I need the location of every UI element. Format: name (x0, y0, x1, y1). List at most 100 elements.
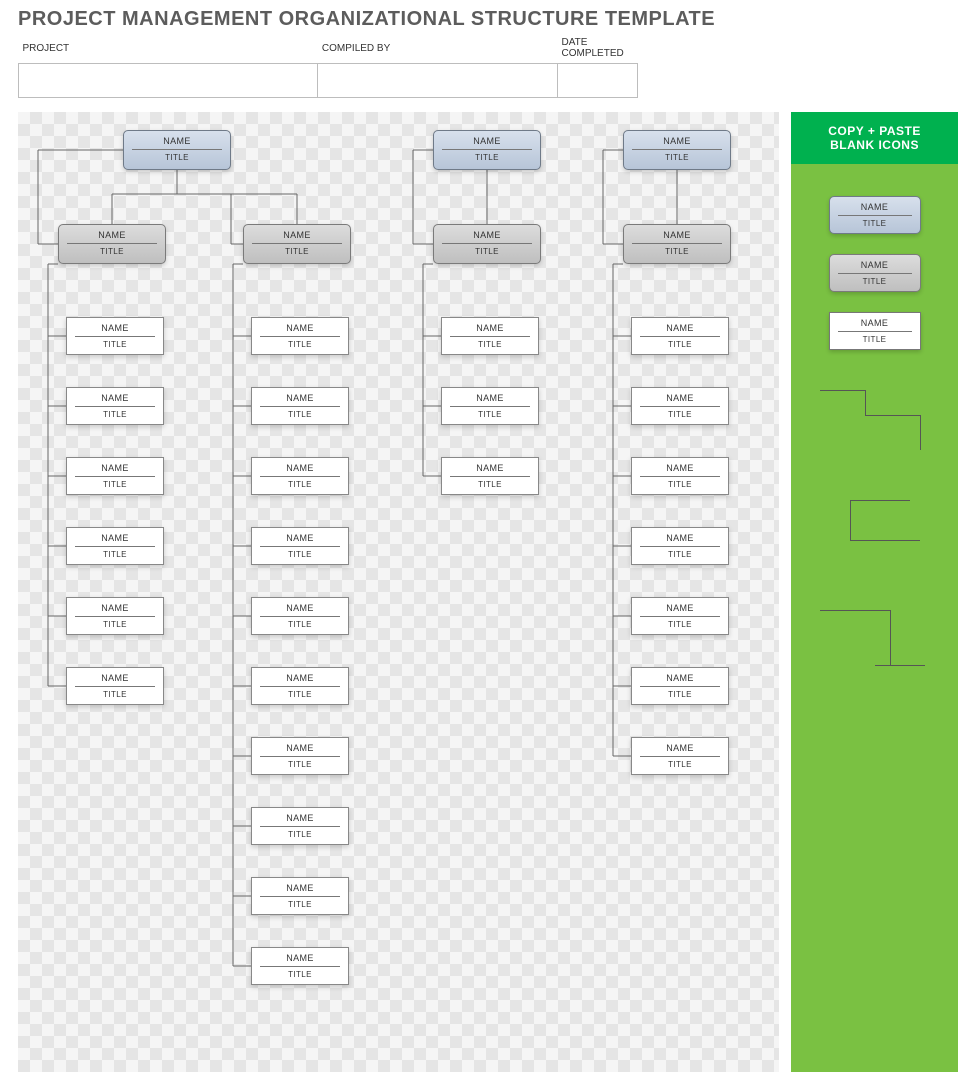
node-name: NAME (632, 388, 728, 406)
node-title: TITLE (67, 687, 163, 704)
connector-samples (820, 390, 930, 670)
node-title: TITLE (632, 687, 728, 704)
org-node[interactable]: NAMETITLE (66, 457, 164, 495)
node-title: TITLE (442, 337, 538, 354)
node-name: NAME (252, 458, 348, 476)
org-node[interactable]: NAMETITLE (251, 457, 349, 495)
node-name: NAME (252, 668, 348, 686)
page-title: PROJECT MANAGEMENT ORGANIZATIONAL STRUCT… (18, 8, 958, 31)
node-name: NAME (442, 318, 538, 336)
node-name: NAME (252, 738, 348, 756)
sample-name: NAME (830, 313, 920, 331)
node-title: TITLE (67, 617, 163, 634)
org-node[interactable]: NAMETITLE (251, 667, 349, 705)
org-node[interactable]: NAMETITLE (58, 224, 166, 264)
org-node[interactable]: NAMETITLE (631, 457, 729, 495)
node-title: TITLE (67, 337, 163, 354)
org-node[interactable]: NAMETITLE (441, 457, 539, 495)
node-name: NAME (632, 738, 728, 756)
sample-node-white[interactable]: NAMETITLE (829, 312, 921, 350)
node-title: TITLE (252, 757, 348, 774)
connector-sample-1[interactable] (820, 390, 930, 450)
org-node[interactable]: NAMETITLE (66, 527, 164, 565)
node-name: NAME (632, 458, 728, 476)
org-node[interactable]: NAMETITLE (631, 737, 729, 775)
meta-project-label: PROJECT (19, 35, 318, 64)
node-title: TITLE (252, 477, 348, 494)
node-title: TITLE (632, 617, 728, 634)
node-name: NAME (67, 598, 163, 616)
meta-date-label: DATE COMPLETED (558, 35, 638, 64)
node-name: NAME (252, 878, 348, 896)
node-title: TITLE (67, 477, 163, 494)
org-chart-canvas[interactable]: NAMETITLENAMETITLENAMETITLENAMETITLENAME… (18, 112, 779, 1072)
org-node[interactable]: NAMETITLE (623, 224, 731, 264)
org-node[interactable]: NAMETITLE (631, 527, 729, 565)
sidebar-heading-line1: COPY + PASTE (795, 124, 954, 138)
sample-node-blue[interactable]: NAMETITLE (829, 196, 921, 234)
org-node[interactable]: NAMETITLE (631, 387, 729, 425)
node-name: NAME (124, 131, 230, 149)
org-node[interactable]: NAMETITLE (243, 224, 351, 264)
meta-date-input[interactable] (558, 64, 638, 98)
org-node[interactable]: NAMETITLE (251, 317, 349, 355)
node-name: NAME (252, 318, 348, 336)
sidebar-heading: COPY + PASTE BLANK ICONS (791, 112, 958, 164)
meta-compiled-input[interactable] (318, 64, 558, 98)
node-name: NAME (632, 598, 728, 616)
node-title: TITLE (632, 477, 728, 494)
org-node[interactable]: NAMETITLE (66, 317, 164, 355)
sample-name: NAME (830, 255, 920, 273)
org-node[interactable]: NAMETITLE (631, 667, 729, 705)
org-node[interactable]: NAMETITLE (251, 527, 349, 565)
node-name: NAME (632, 668, 728, 686)
meta-table: PROJECT COMPILED BY DATE COMPLETED (18, 35, 638, 98)
org-node[interactable]: NAMETITLE (251, 387, 349, 425)
org-node[interactable]: NAMETITLE (433, 130, 541, 170)
org-node[interactable]: NAMETITLE (623, 130, 731, 170)
org-node[interactable]: NAMETITLE (433, 224, 541, 264)
org-node[interactable]: NAMETITLE (441, 387, 539, 425)
org-node[interactable]: NAMETITLE (123, 130, 231, 170)
org-node[interactable]: NAMETITLE (66, 667, 164, 705)
node-title: TITLE (632, 547, 728, 564)
node-title: TITLE (67, 407, 163, 424)
node-title: TITLE (252, 547, 348, 564)
node-title: TITLE (252, 687, 348, 704)
node-title: TITLE (252, 897, 348, 914)
node-name: NAME (632, 528, 728, 546)
node-title: TITLE (252, 617, 348, 634)
node-name: NAME (624, 131, 730, 149)
org-node[interactable]: NAMETITLE (631, 597, 729, 635)
sample-title: TITLE (830, 216, 920, 233)
blank-icons-sidebar: COPY + PASTE BLANK ICONS NAMETITLENAMETI… (791, 112, 958, 1072)
node-name: NAME (442, 388, 538, 406)
sample-title: TITLE (830, 274, 920, 291)
sidebar-body: NAMETITLENAMETITLENAMETITLE (791, 164, 958, 702)
org-node[interactable]: NAMETITLE (251, 597, 349, 635)
org-node[interactable]: NAMETITLE (251, 947, 349, 985)
org-node[interactable]: NAMETITLE (251, 737, 349, 775)
org-node[interactable]: NAMETITLE (66, 387, 164, 425)
org-node[interactable]: NAMETITLE (66, 597, 164, 635)
meta-compiled-label: COMPILED BY (318, 35, 558, 64)
node-name: NAME (67, 528, 163, 546)
org-node[interactable]: NAMETITLE (631, 317, 729, 355)
connector-sample-2[interactable] (820, 500, 930, 560)
org-node[interactable]: NAMETITLE (441, 317, 539, 355)
node-title: TITLE (442, 477, 538, 494)
org-node[interactable]: NAMETITLE (251, 807, 349, 845)
sample-node-gray[interactable]: NAMETITLE (829, 254, 921, 292)
node-name: NAME (67, 318, 163, 336)
meta-project-input[interactable] (19, 64, 318, 98)
node-title: TITLE (632, 407, 728, 424)
node-name: NAME (59, 225, 165, 243)
node-name: NAME (252, 948, 348, 966)
org-node[interactable]: NAMETITLE (251, 877, 349, 915)
node-name: NAME (434, 131, 540, 149)
node-title: TITLE (632, 337, 728, 354)
node-name: NAME (244, 225, 350, 243)
node-name: NAME (252, 808, 348, 826)
connector-sample-3[interactable] (820, 610, 930, 670)
node-title: TITLE (252, 827, 348, 844)
